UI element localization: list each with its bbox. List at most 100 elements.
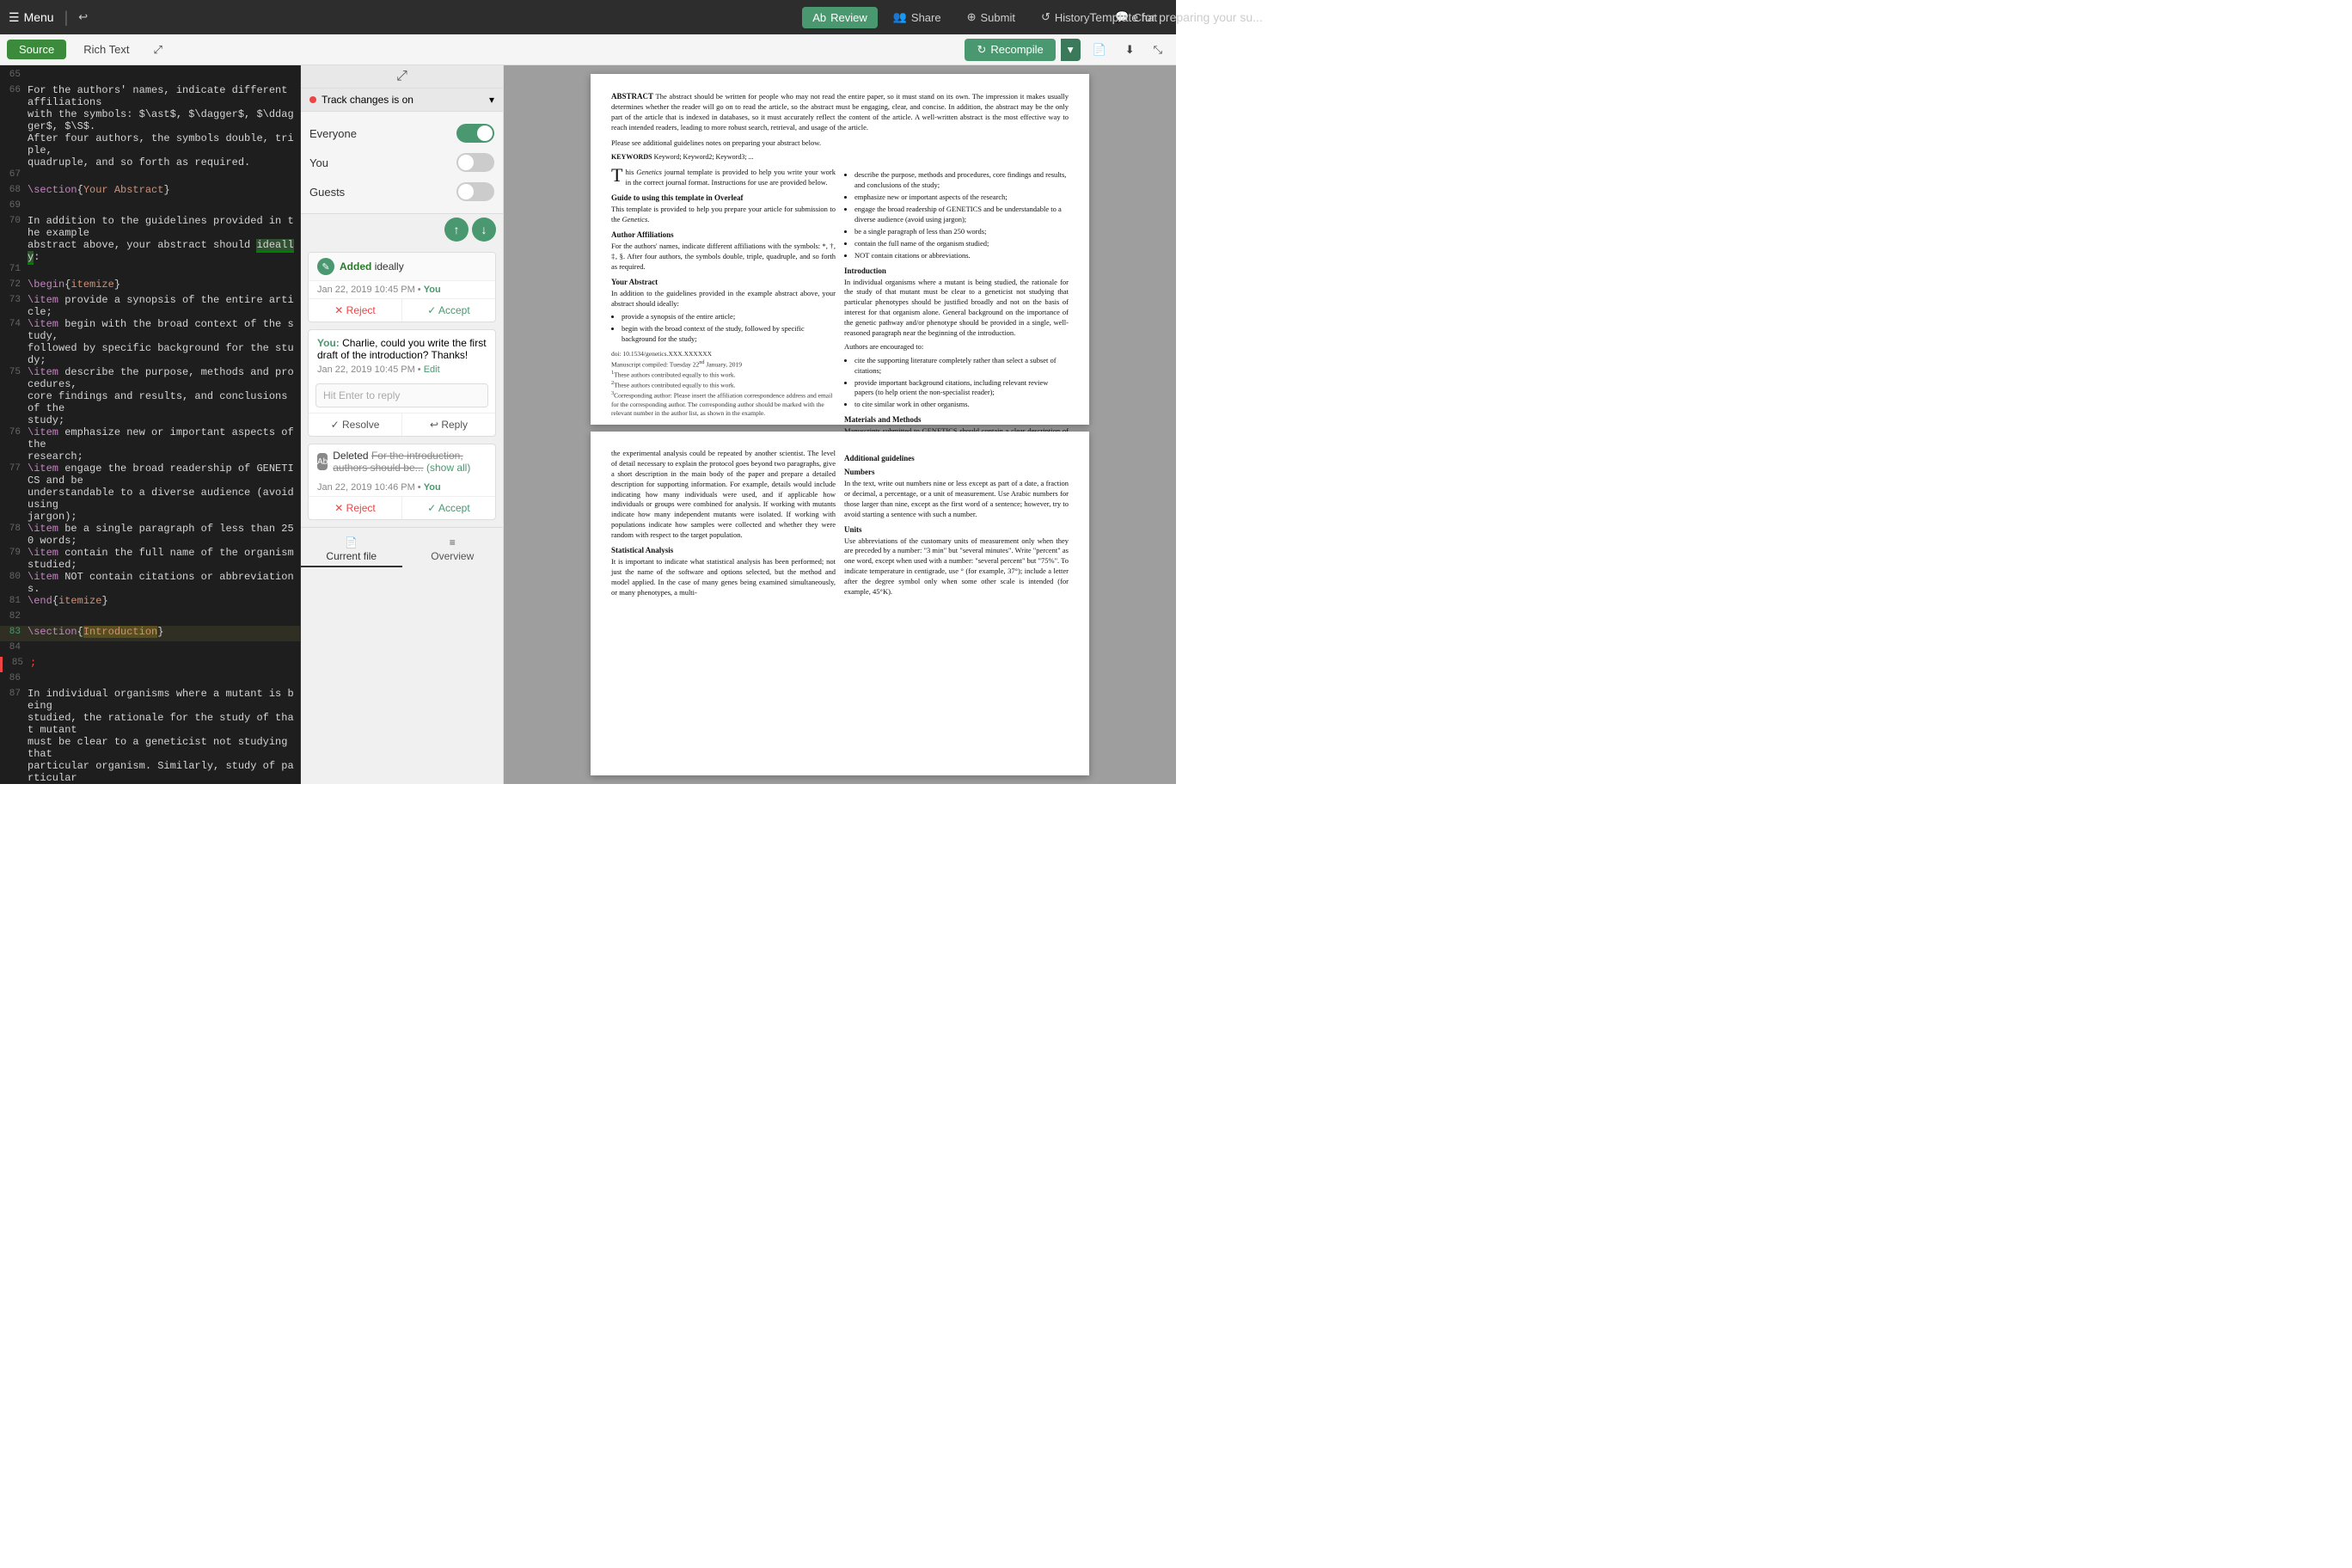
review-icon: Ab <box>812 11 826 24</box>
submit-icon: ⊕ <box>967 10 977 24</box>
deleted-text: Deleted For the introduction, authors sh… <box>333 450 487 474</box>
line-content: \item engage the broad readership of GEN… <box>28 462 297 523</box>
guests-toggle-row: Guests <box>309 177 494 206</box>
everyone-label: Everyone <box>309 127 357 140</box>
pdf-affiliations-text: For the authors' names, indicate differe… <box>611 242 836 273</box>
you-toggle-row: You <box>309 148 494 177</box>
fullscreen-button[interactable]: ⤡ <box>1147 40 1169 60</box>
track-changes-label: Track changes is on <box>322 94 413 106</box>
pdf-units-body: Use abbreviations of the customary units… <box>844 536 1069 597</box>
pdf-two-col: This Genetics journal template is provid… <box>611 168 1069 462</box>
submit-button[interactable]: ⊕ Submit <box>957 6 1026 28</box>
overview-tab[interactable]: ≡ Overview <box>402 533 504 567</box>
rich-text-tab[interactable]: Rich Text <box>71 40 141 59</box>
editor-panel[interactable]: 65 66 For the authors' names, indicate d… <box>0 65 301 784</box>
menu-button[interactable]: ☰ Menu <box>9 10 54 25</box>
recompile-button[interactable]: ↻ Recompile <box>965 39 1055 61</box>
pdf-abstract-body: In addition to the guidelines provided i… <box>611 289 836 309</box>
expand-comments-button[interactable]: ⤢ <box>396 69 407 84</box>
comment-reply-input[interactable]: Hit Enter to reply <box>315 383 488 407</box>
share-button[interactable]: 👥 Share <box>883 6 952 28</box>
change-author: You <box>424 285 441 295</box>
editor-line: 74 \item begin with the broad context of… <box>0 318 300 366</box>
line-content: \item describe the purpose, methods and … <box>28 366 297 426</box>
line-number: 70 <box>3 215 28 226</box>
everyone-toggle-row: Everyone <box>309 119 494 148</box>
pdf-page2-left: the experimental analysis could be repea… <box>611 449 836 602</box>
pdf-page2-left-text: the experimental analysis could be repea… <box>611 449 836 541</box>
accept-button[interactable]: ✓ Accept <box>402 299 495 322</box>
next-change-button[interactable]: ↓ <box>472 217 496 242</box>
editor-content: 65 66 For the authors' names, indicate d… <box>0 65 300 784</box>
line-number: 77 <box>3 462 28 474</box>
source-tab[interactable]: Source <box>7 40 66 59</box>
line-number: 72 <box>3 279 28 290</box>
line-content: \end{itemize} <box>28 595 297 607</box>
line-number: 67 <box>3 168 28 180</box>
editor-line: 79 \item contain the full name of the or… <box>0 547 300 571</box>
preview-panel[interactable]: ABSTRACT The abstract should be written … <box>504 65 1176 784</box>
editor-line: 70 In addition to the guidelines provide… <box>0 215 300 263</box>
pdf-numbers-body: In the text, write out numbers nine or l… <box>844 479 1069 520</box>
document-icon-button[interactable]: 📄 <box>1086 40 1113 60</box>
review-button[interactable]: Ab Review <box>802 7 878 28</box>
line-content: For the authors' names, indicate differe… <box>28 84 297 168</box>
reject-button[interactable]: ✕ Reject <box>309 299 402 322</box>
editor-line: 87 In individual organisms where a mutan… <box>0 688 300 784</box>
editor-line: 66 For the authors' names, indicate diff… <box>0 84 300 168</box>
pdf-intro-text: This Genetics journal template is provid… <box>611 168 836 188</box>
history-icon: ↺ <box>1041 10 1050 24</box>
comment-header: You: Charlie, could you write the first … <box>309 330 495 364</box>
change-date: Jan 22, 2019 10:45 PM • <box>317 285 424 295</box>
reply-placeholder: Hit Enter to reply <box>323 389 400 401</box>
deleted-author: You <box>424 482 441 493</box>
recompile-dropdown-button[interactable]: ▾ <box>1061 39 1081 61</box>
line-number: 86 <box>3 672 28 683</box>
change-text: Added ideally <box>340 260 487 273</box>
accept-deleted-button[interactable]: ✓ Accept <box>402 497 495 519</box>
menu-icon: ☰ <box>9 10 20 25</box>
everyone-toggle[interactable] <box>456 124 494 143</box>
pdf-abstract-list: provide a synopsis of the entire article… <box>611 312 836 345</box>
pdf-units-title: Units <box>844 525 1069 534</box>
change-word: ideally <box>375 260 404 273</box>
current-file-tab[interactable]: 📄 Current file <box>301 533 402 567</box>
expand-button[interactable]: ⤢ <box>146 40 168 60</box>
pdf-intro-body: In individual organisms where a mutant i… <box>844 278 1069 339</box>
pdf-intro-title: Introduction <box>844 266 1069 275</box>
undo-icon[interactable]: ↩ <box>78 10 88 24</box>
comment-actions: ✓ Resolve ↩ Reply <box>309 413 495 436</box>
track-changes-bar: Track changes is on ▾ <box>301 89 503 112</box>
download-button[interactable]: ⬇ <box>1118 40 1142 60</box>
comment-edit[interactable]: Edit <box>424 364 440 375</box>
line-number: 81 <box>3 595 28 606</box>
pdf-page-2: the experimental analysis could be repea… <box>591 432 1089 775</box>
overview-icon: ≡ <box>450 536 456 548</box>
deleted-header: Ab Deleted For the introduction, authors… <box>309 444 495 479</box>
nav-arrows: ↑ ↓ <box>301 214 503 245</box>
reject-deleted-button[interactable]: ✕ Reject <box>309 497 402 519</box>
current-file-icon: 📄 <box>345 536 358 548</box>
show-all-link[interactable]: (show all) <box>426 462 470 474</box>
line-number: 79 <box>3 547 28 558</box>
line-content: \item NOT contain citations or abbreviat… <box>28 571 297 595</box>
bottom-tabs: 📄 Current file ≡ Overview <box>301 527 503 573</box>
line-content: \item begin with the broad context of th… <box>28 318 297 366</box>
resolve-button[interactable]: ✓ Resolve <box>309 413 402 436</box>
line-content: \item contain the full name of the organ… <box>28 547 297 571</box>
share-icon: 👥 <box>893 10 907 24</box>
deleted-actions: ✕ Reject ✓ Accept <box>309 496 495 519</box>
reply-button[interactable]: ↩ Reply <box>402 413 495 436</box>
prev-change-button[interactable]: ↑ <box>444 217 469 242</box>
editor-line: 84 <box>0 641 300 657</box>
guests-toggle[interactable] <box>456 182 494 201</box>
change-action: Added <box>340 260 371 273</box>
change-card-header: ✎ Added ideally <box>309 253 495 281</box>
editor-line: 78 \item be a single paragraph of less t… <box>0 523 300 547</box>
guests-label: Guests <box>309 186 345 199</box>
comments-panel: ⤢ Track changes is on ▾ Everyone You <box>301 65 504 784</box>
line-number: 76 <box>3 426 28 438</box>
editor-line: 71 <box>0 263 300 279</box>
you-toggle[interactable] <box>456 153 494 172</box>
pdf-col-right: describe the purpose, methods and proced… <box>844 168 1069 462</box>
